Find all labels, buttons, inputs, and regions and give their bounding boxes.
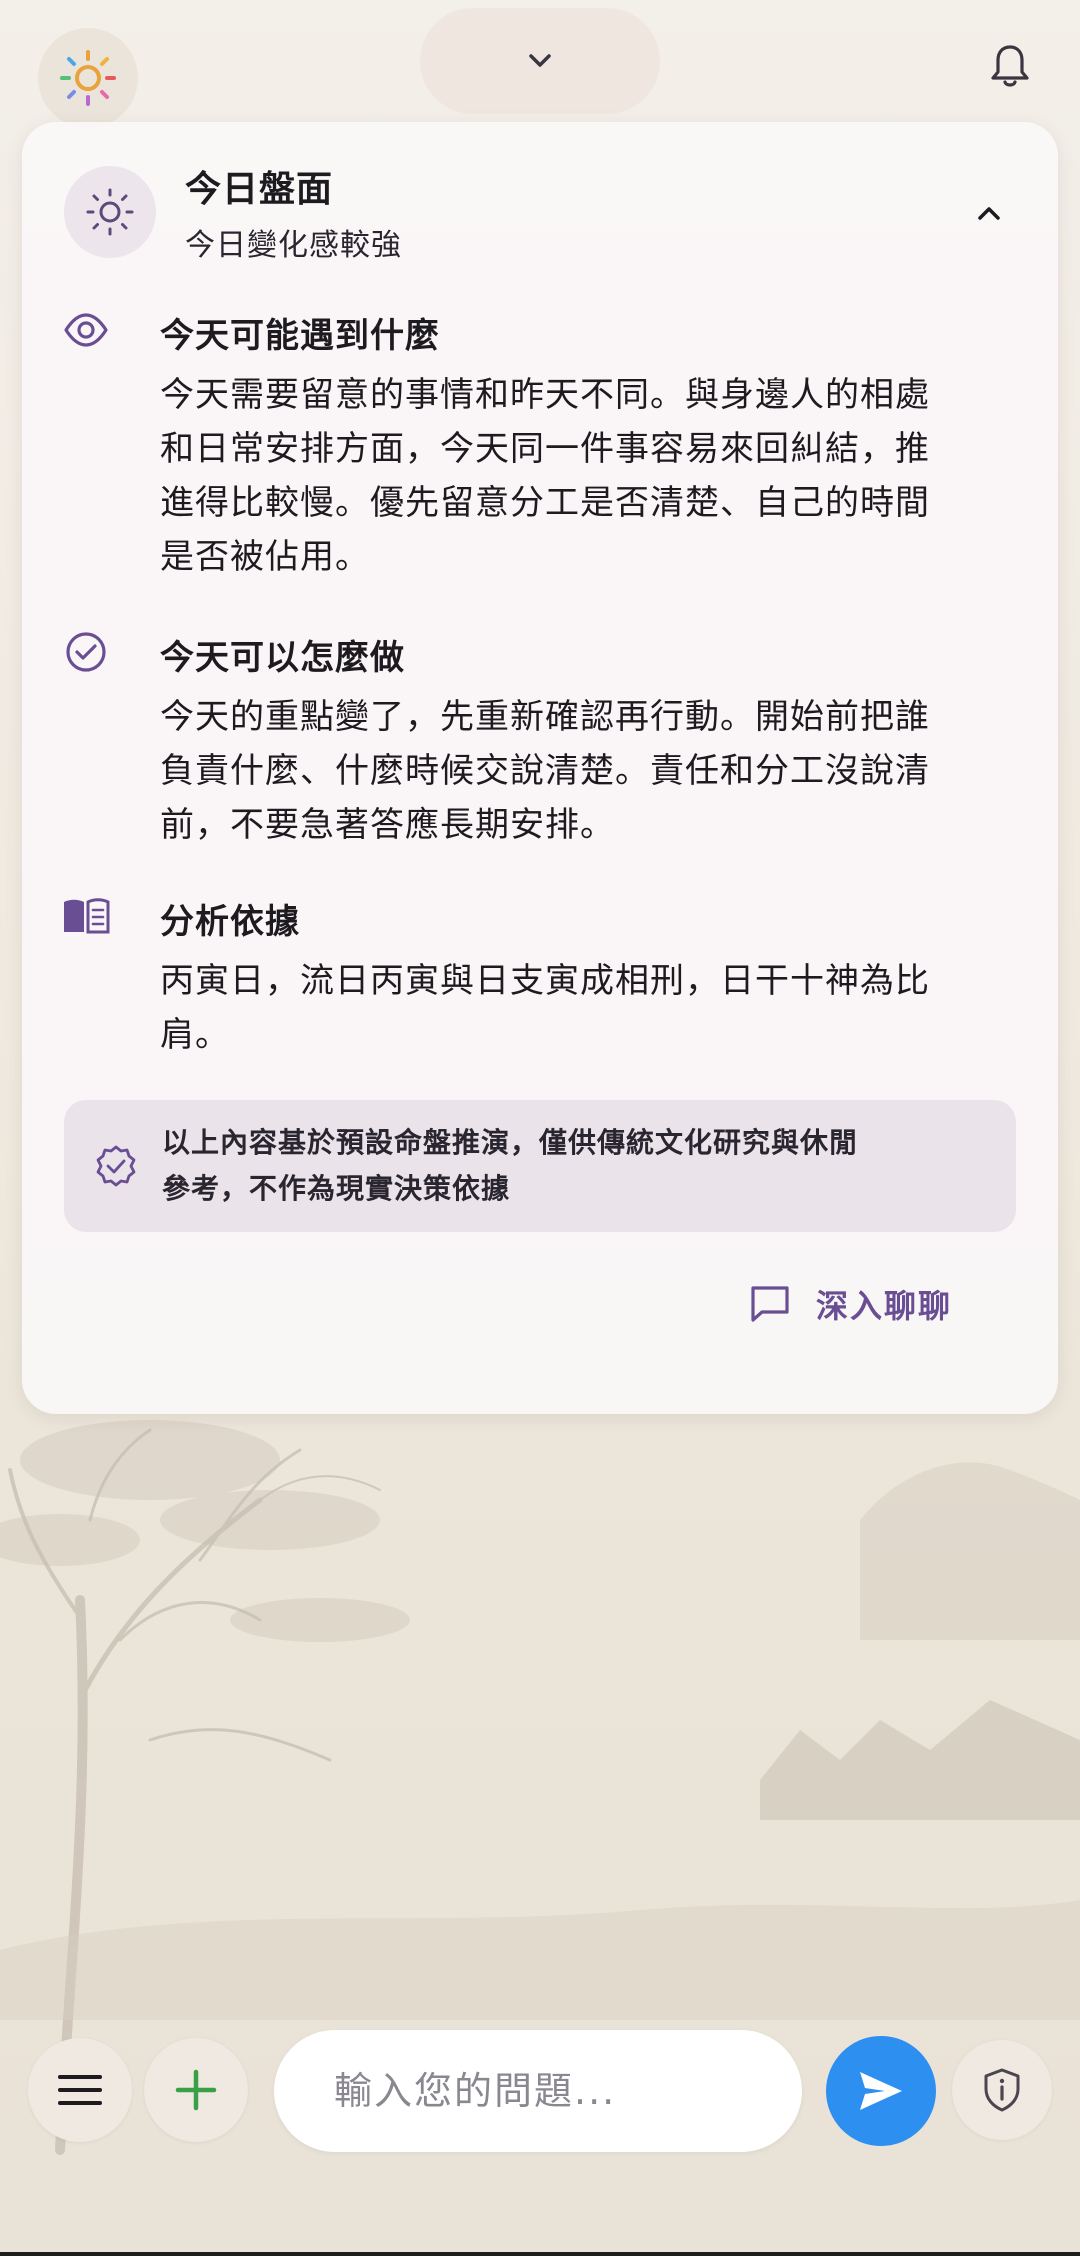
section-title: 今天可以怎麼做 [160, 638, 405, 678]
card-subtitle: 今日變化感較強 [185, 228, 402, 263]
section-body: 今天的重點變了，先重新確認再行動。開始前把誰 負責什麼、什麼時候交說清楚。責任和… [160, 697, 930, 845]
eye-icon [62, 306, 110, 354]
disclaimer-box: 以上內容基於預設命盤推演，僅供傳統文化研究與休閒 參考，不作為現實決策依據 [64, 1100, 1016, 1232]
deep-chat-label: 深入聊聊 [816, 1287, 953, 1325]
daily-sun-button[interactable] [38, 28, 138, 128]
chevron-down-icon [529, 54, 551, 67]
section-what-to-expect: 今天可能遇到什麼 今天需要留意的事情和昨天不同。與身邊人的相處 和日常安排方面，… [62, 306, 1032, 586]
section-analysis-basis: 分析依據 丙寅日，流日丙寅與日支寅成相刑，日干十神為比 肩。 [62, 892, 1032, 1072]
bottom-edge [0, 2252, 1080, 2256]
privacy-button[interactable] [952, 2040, 1052, 2140]
shield-info-icon [984, 2068, 1020, 2112]
header-dropdown[interactable] [420, 8, 660, 114]
bell-icon [991, 45, 1029, 87]
section-body: 丙寅日，流日丙寅與日支寅成相刑，日干十神為比 肩。 [160, 961, 930, 1055]
collapse-button[interactable] [962, 186, 1016, 240]
send-button[interactable] [826, 2036, 936, 2146]
daily-fortune-card: 今日盤面 今日變化感較強 今天可能遇到什麼 今天需要留意的事情和昨天不同。與身邊… [22, 122, 1058, 1414]
deep-chat-button[interactable]: 深入聊聊 [748, 1272, 952, 1336]
card-title: 今日盤面 [185, 169, 334, 210]
sun-icon [86, 188, 134, 236]
notifications-button[interactable] [978, 34, 1042, 98]
section-what-to-do: 今天可以怎麼做 今天的重點變了，先重新確認再行動。開始前把誰 負責什麼、什麼時候… [62, 628, 1032, 848]
section-title: 分析依據 [160, 902, 300, 942]
question-input-container [274, 2030, 802, 2152]
check-circle-icon [62, 628, 110, 676]
verified-badge-icon [90, 1140, 142, 1192]
menu-icon [58, 2075, 102, 2105]
section-title: 今天可能遇到什麼 [160, 316, 440, 356]
add-button[interactable] [144, 2038, 248, 2142]
disclaimer-text: 以上內容基於預設命盤推演，僅供傳統文化研究與休閒 參考，不作為現實決策依據 [162, 1126, 859, 1205]
send-icon [860, 2072, 902, 2110]
section-body: 今天需要留意的事情和昨天不同。與身邊人的相處 和日常安排方面，今天同一件事容易來… [160, 375, 930, 577]
chevron-up-icon [978, 207, 1000, 220]
menu-button[interactable] [28, 2038, 132, 2142]
book-icon [62, 892, 110, 940]
chat-bubble-icon [751, 1286, 789, 1322]
plus-icon [175, 2069, 217, 2111]
question-input[interactable] [332, 2058, 776, 2124]
sun-icon [60, 50, 116, 106]
card-sun-badge [64, 166, 156, 258]
